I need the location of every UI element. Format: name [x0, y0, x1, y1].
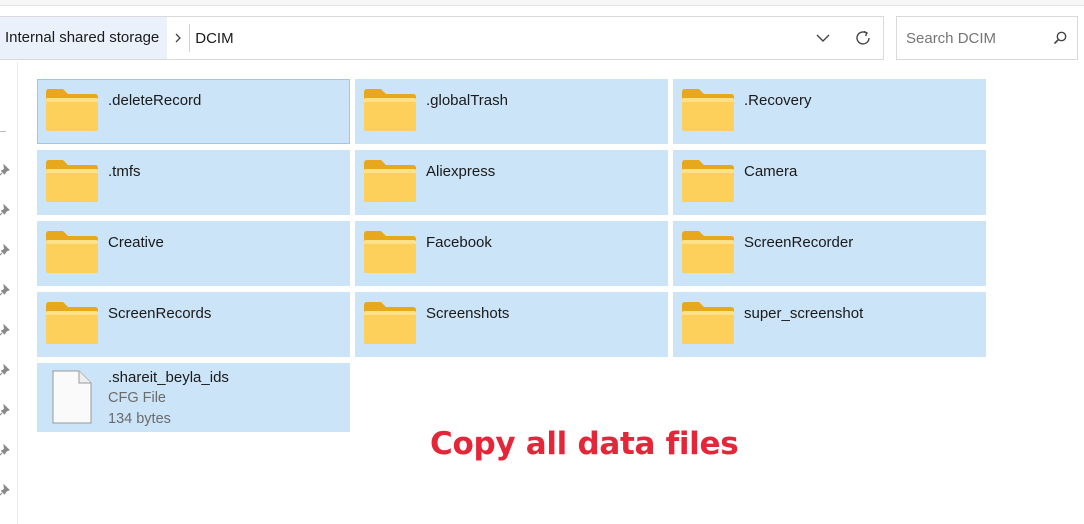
folder-item[interactable]: ScreenRecorder: [673, 221, 986, 286]
folder-icon: [364, 302, 416, 344]
folder-item[interactable]: Facebook: [355, 221, 668, 286]
pin-icon[interactable]: [0, 324, 12, 338]
pin-icon[interactable]: [0, 484, 12, 498]
file-explorer-window: Internal shared storage DCIM Search DCIM…: [0, 0, 1084, 524]
folder-item[interactable]: .Recovery: [673, 79, 986, 144]
pin-icon[interactable]: [0, 164, 12, 178]
folder-name: Screenshots: [426, 305, 510, 322]
overlay-caption: Copy all data files: [430, 426, 739, 462]
breadcrumb-current[interactable]: DCIM: [195, 30, 233, 47]
file-size: 134 bytes: [108, 411, 171, 427]
chevron-right-icon[interactable]: [167, 17, 189, 59]
refresh-icon[interactable]: [843, 17, 883, 59]
folder-name: .globalTrash: [426, 92, 508, 109]
pin-icon[interactable]: [0, 284, 12, 298]
folder-icon: [46, 89, 98, 131]
file-type: CFG File: [108, 390, 166, 406]
pin-icon[interactable]: [0, 244, 12, 258]
folder-item[interactable]: Creative: [37, 221, 350, 286]
chevron-down-icon[interactable]: [803, 17, 843, 59]
folder-icon: [46, 231, 98, 273]
pin-icon[interactable]: [0, 364, 12, 378]
folder-name: super_screenshot: [744, 305, 864, 322]
file-name: .shareit_beyla_ids: [108, 369, 229, 386]
folder-name: ScreenRecords: [108, 305, 212, 322]
folder-icon: [682, 302, 734, 344]
folder-item[interactable]: Camera: [673, 150, 986, 215]
folder-name: ScreenRecorder: [744, 234, 854, 251]
folder-name: Facebook: [426, 234, 492, 251]
pin-icon[interactable]: [0, 444, 12, 458]
folder-icon: [682, 89, 734, 131]
folder-item[interactable]: Aliexpress: [355, 150, 668, 215]
folder-icon: [364, 231, 416, 273]
file-icon: [52, 370, 92, 424]
folder-icon: [682, 160, 734, 202]
folder-icon: [682, 231, 734, 273]
folder-icon: [46, 302, 98, 344]
search-icon[interactable]: [1043, 30, 1077, 46]
pin-icon[interactable]: [0, 204, 12, 218]
folder-item[interactable]: Screenshots: [355, 292, 668, 357]
breadcrumb-root[interactable]: Internal shared storage: [0, 17, 168, 59]
file-grid: .deleteRecord .globalTrash .Recovery .tm…: [37, 79, 986, 432]
folder-item[interactable]: ScreenRecords: [37, 292, 350, 357]
breadcrumb-divider: [189, 24, 191, 52]
folder-item[interactable]: .deleteRecord: [37, 79, 350, 144]
folder-item[interactable]: .tmfs: [37, 150, 350, 215]
address-bar[interactable]: Internal shared storage DCIM: [0, 16, 884, 60]
search-box[interactable]: [896, 16, 1078, 60]
toolbar-edge: [0, 0, 1084, 6]
folder-name: Aliexpress: [426, 163, 496, 180]
folder-name: .deleteRecord: [108, 92, 202, 109]
folder-icon: [364, 160, 416, 202]
folder-icon: [46, 160, 98, 202]
search-input[interactable]: [906, 29, 1043, 47]
folder-name: Camera: [744, 163, 798, 180]
folder-name: Creative: [108, 234, 164, 251]
folder-name: .Recovery: [744, 92, 812, 109]
folder-name: .tmfs: [108, 163, 141, 180]
pin-icon[interactable]: [0, 404, 12, 418]
file-item[interactable]: .shareit_beyla_ids CFG File 134 bytes: [37, 363, 350, 432]
folder-item[interactable]: .globalTrash: [355, 79, 668, 144]
navigation-pane[interactable]: [0, 62, 18, 524]
folder-item[interactable]: super_screenshot: [673, 292, 986, 357]
folder-icon: [364, 89, 416, 131]
nav-divider: [0, 131, 6, 132]
